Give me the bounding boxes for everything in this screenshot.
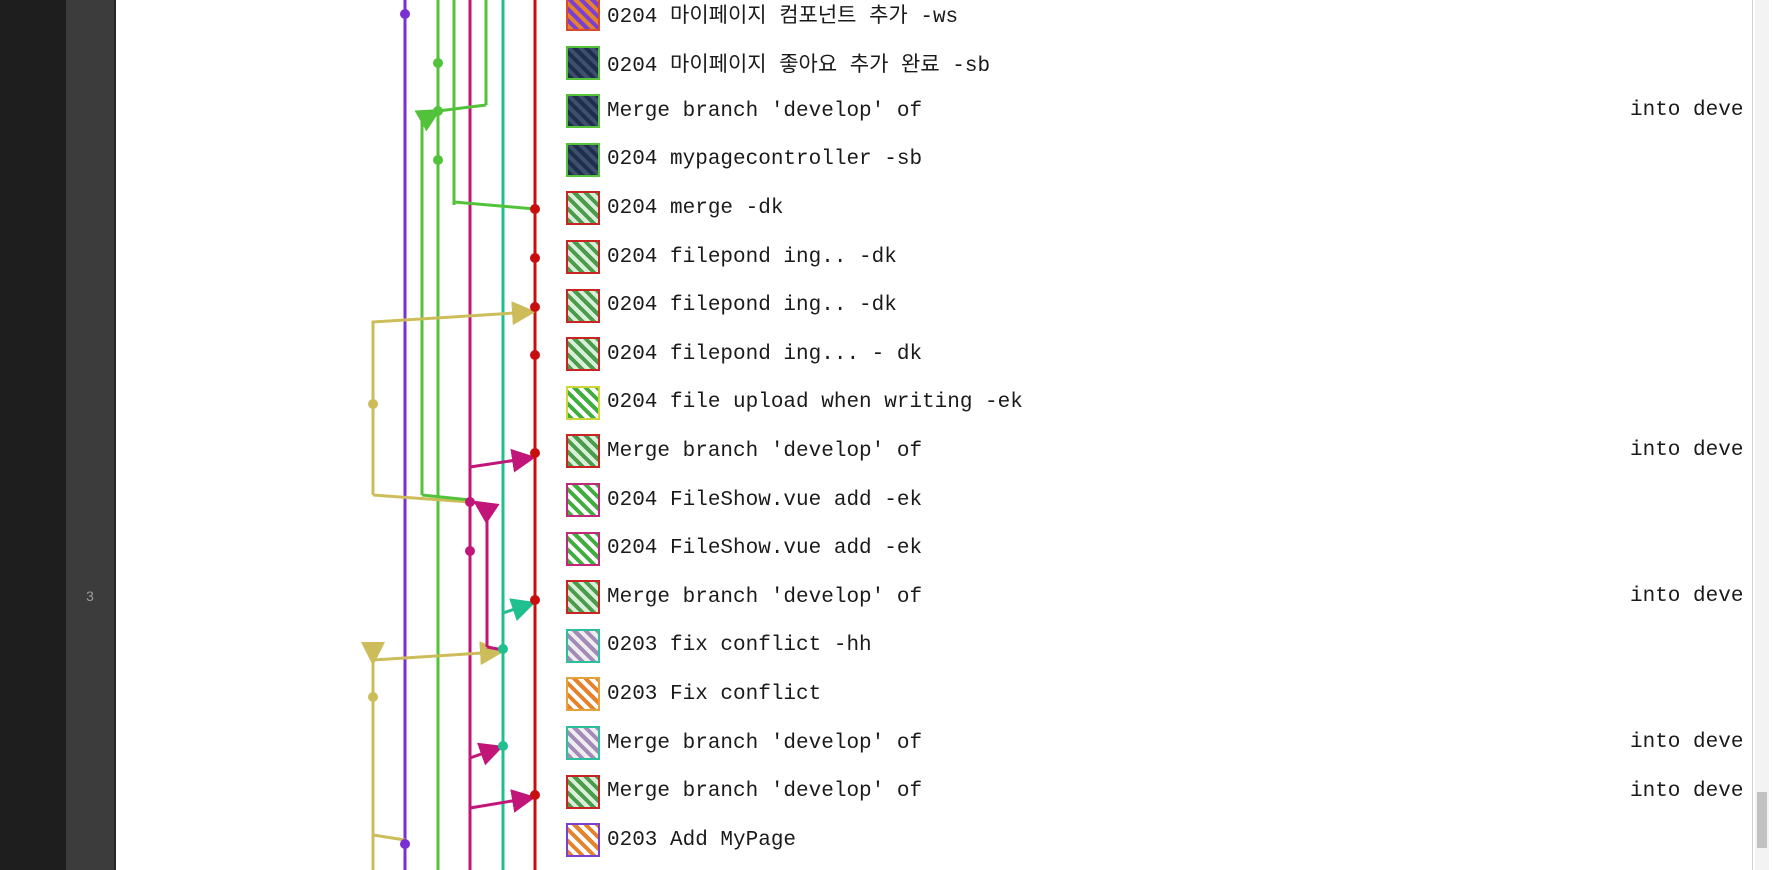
- commit-message: 0204 마이페이지 좋아요 추가 완료 -sb: [607, 54, 991, 78]
- lime-pattern-avatar: [566, 531, 600, 566]
- commit-dot: [433, 106, 443, 116]
- commit-message: Merge branch 'develop' of: [607, 585, 923, 609]
- commit-dot: [530, 595, 540, 605]
- commit-row[interactable]: 0204 FileShow.vue add -ek: [566, 476, 922, 524]
- commit-row[interactable]: 0204 file upload when writing -ek: [566, 379, 1023, 427]
- space-photo-avatar: [566, 45, 600, 80]
- lime-pattern-avatar: [566, 385, 600, 420]
- commit-message: Merge branch 'develop' of: [607, 780, 935, 804]
- commit-row[interactable]: Merge branch 'develop' of: [566, 768, 935, 816]
- commit-dot: [400, 9, 410, 19]
- lavender-pattern-avatar: [566, 726, 600, 760]
- merge-connector-olive-f: [372, 833, 406, 842]
- commit-message: 0204 mypagecontroller -sb: [607, 148, 923, 172]
- commit-row[interactable]: 0204 마이페이지 컴포넌트 추가 -ws: [566, 0, 958, 38]
- green-pattern-avatar: [566, 288, 600, 323]
- commit-dot: [530, 302, 540, 312]
- commit-message: 0204 merge -dk: [607, 196, 784, 220]
- merge-connector-magenta-e: [469, 789, 536, 813]
- merge-connector-green-a: [437, 103, 487, 113]
- commit-message: 0203 Fix conflict: [607, 682, 822, 706]
- commit-dot: [498, 644, 508, 654]
- merge-connector-teal-a: [502, 598, 536, 622]
- commit-message: 0204 filepond ing.. -dk: [607, 294, 897, 318]
- merge-target-text: into deve: [1630, 585, 1744, 609]
- lime-pattern-avatar: [566, 483, 600, 517]
- commit-dot: [368, 399, 378, 409]
- merge-connector-green-c: [453, 200, 536, 211]
- commit-dot: [433, 155, 443, 165]
- commit-dot: [530, 253, 540, 263]
- commit-row[interactable]: 0204 merge -dk: [566, 184, 783, 232]
- scrollbar-thumb[interactable]: [1757, 792, 1767, 848]
- commit-row[interactable]: Merge branch 'develop' of: [566, 719, 935, 767]
- commit-message: 0204 FileShow.vue add -ek: [607, 488, 923, 512]
- commit-dot: [433, 58, 443, 68]
- commit-row[interactable]: 0203 Fix conflict: [566, 670, 821, 718]
- commit-dot: [530, 790, 540, 800]
- commit-message: 0204 FileShow.vue add -ek: [607, 537, 923, 561]
- commit-message: 0204 file upload when writing -ek: [607, 391, 1023, 415]
- space-photo-avatar: [566, 142, 600, 177]
- commit-row[interactable]: Merge branch 'develop' of: [566, 573, 922, 621]
- green-pattern-avatar: [566, 434, 600, 469]
- commit-message: 0203 fix conflict -hh: [607, 634, 872, 658]
- merge-target-text: into deve: [1630, 99, 1744, 123]
- commit-dot: [498, 741, 508, 751]
- commit-row[interactable]: 0204 mypagecontroller -sb: [566, 136, 922, 184]
- commit-row[interactable]: 0204 마이페이지 좋아요 추가 완료 -sb: [566, 39, 990, 87]
- commit-dot: [368, 692, 378, 702]
- merge-connector-magenta-b: [473, 500, 500, 647]
- merge-target-text: into deve: [1630, 439, 1744, 463]
- commit-dot: [465, 546, 475, 556]
- commit-dot: [400, 839, 410, 849]
- commit-row[interactable]: 0204 filepond ing.. -dk: [566, 282, 897, 330]
- space-photo-avatar: [566, 94, 600, 129]
- vertical-scrollbar[interactable]: [1755, 0, 1769, 870]
- orange-pattern-avatar: [566, 677, 600, 712]
- commit-dot: [530, 448, 540, 458]
- commit-row[interactable]: 0204 filepond ing... - dk: [566, 330, 922, 378]
- commit-message: Merge branch 'develop' of: [607, 439, 923, 463]
- commit-dot: [530, 350, 540, 360]
- commit-message: 0204 filepond ing... - dk: [607, 342, 923, 366]
- merge-connector-olive-e: [372, 641, 504, 666]
- commit-row[interactable]: Merge branch 'develop' of: [566, 87, 922, 135]
- lavender-pattern-avatar: [566, 628, 600, 663]
- orange-pattern-avatar: [566, 0, 600, 31]
- commit-message: Merge branch 'develop' of: [607, 731, 935, 755]
- commit-message: Merge branch 'develop' of: [607, 99, 923, 123]
- commit-message: 0204 마이페이지 컴포넌트 추가 -ws: [607, 6, 959, 29]
- commit-message: 0204 filepond ing.. -dk: [607, 245, 897, 269]
- orange-pattern-avatar: [566, 823, 600, 858]
- commit-dot: [530, 204, 540, 214]
- green-pattern-avatar: [566, 240, 600, 274]
- commit-row[interactable]: 0203 fix conflict -hh: [566, 622, 872, 670]
- green-pattern-avatar: [566, 580, 600, 615]
- commit-row[interactable]: Merge branch 'develop' of: [566, 427, 922, 475]
- commit-dot: [465, 497, 475, 507]
- commit-graph: [361, 0, 540, 870]
- green-pattern-avatar: [566, 337, 600, 372]
- merge-target-text: into deve: [1630, 731, 1744, 754]
- commit-message: 0203 Add MyPage: [607, 828, 797, 852]
- merge-connector-green-b: [414, 109, 442, 132]
- merge-connector-magenta-d: [469, 742, 504, 766]
- commit-row[interactable]: 0204 FileShow.vue add -ek: [566, 525, 922, 573]
- panel-divider: [1752, 0, 1753, 870]
- green-pattern-avatar: [566, 191, 600, 226]
- commit-row[interactable]: 0203 Add MyPage: [566, 816, 796, 864]
- merge-connector-magenta-a: [469, 448, 536, 473]
- merge-target-text: into deve: [1630, 779, 1744, 803]
- merge-connector-olive-a: [371, 301, 536, 495]
- commit-row[interactable]: 0204 filepond ing.. -dk: [566, 233, 897, 281]
- green-pattern-avatar: [566, 774, 600, 809]
